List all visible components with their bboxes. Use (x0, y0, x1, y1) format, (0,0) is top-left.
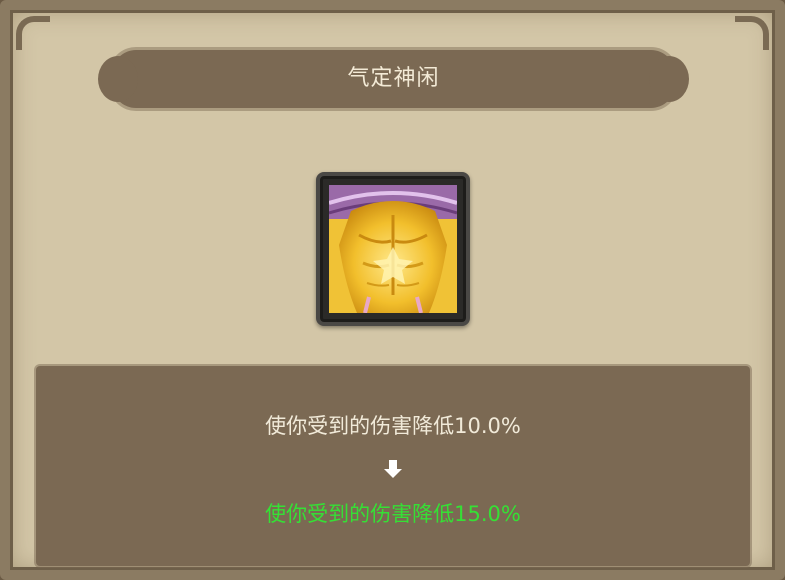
golden-muscle-body-icon (329, 185, 457, 313)
title-banner: 气定神闲 (98, 50, 689, 108)
next-effect-text: 使你受到的伤害降低15.0% (265, 502, 521, 526)
current-effect-text: 使你受到的伤害降低10.0% (265, 414, 521, 438)
effect-description-box: 使你受到的伤害降低10.0% 使你受到的伤害降低15.0% (36, 366, 750, 566)
down-arrow-icon (384, 460, 402, 478)
panel-corner-ornament (735, 16, 769, 50)
panel-corner-ornament (16, 16, 50, 50)
skill-icon-frame[interactable] (316, 172, 470, 326)
skill-title: 气定神闲 (347, 66, 440, 91)
